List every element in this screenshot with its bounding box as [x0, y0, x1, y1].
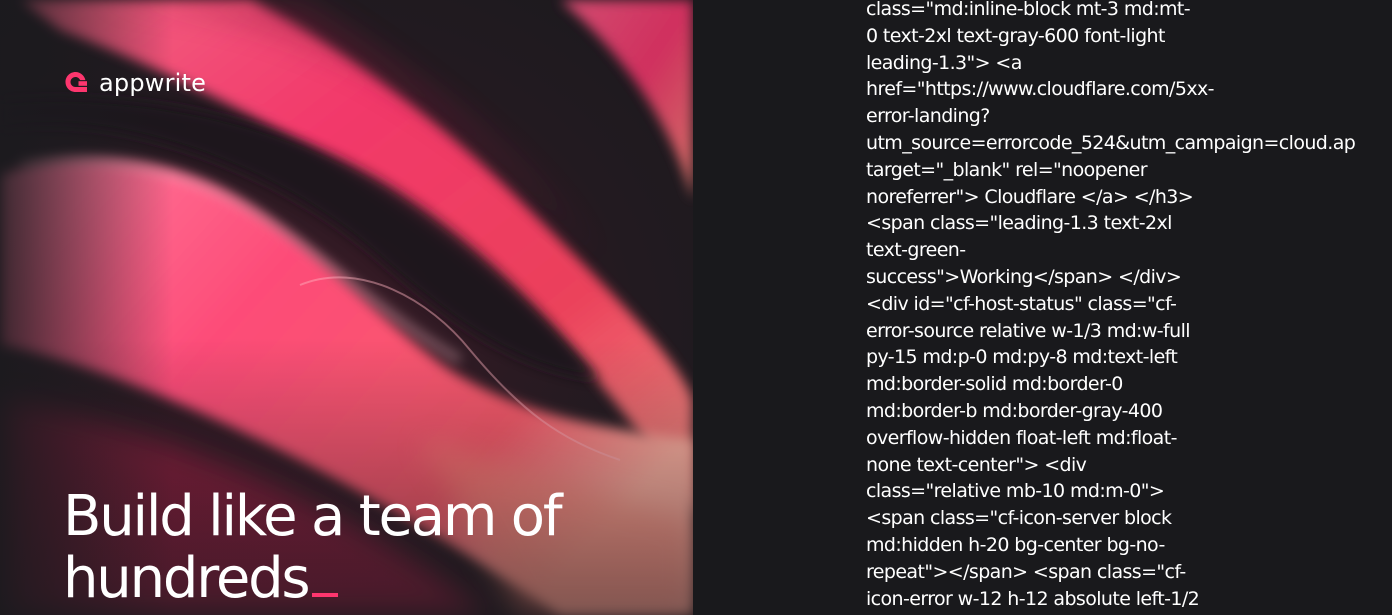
- source-text-line: href="https://www.cloudflare.com/5xx-: [866, 78, 1215, 101]
- source-text-line: py-15 md:p-0 md:py-8 md:text-left: [866, 346, 1178, 369]
- source-text-line: noreferrer"> Cloudflare </a> </h3>: [866, 185, 1194, 208]
- appwrite-logo[interactable]: appwrite: [61, 68, 206, 98]
- source-text-line: 0 text-2xl text-gray-600 font-light: [866, 24, 1165, 47]
- source-text-line: target="_blank" rel="noopener: [866, 158, 1148, 181]
- headline-line-2-text: hundreds: [63, 545, 311, 611]
- source-text-line: <div id="cf-host-status" class="cf-: [866, 292, 1177, 315]
- hero-headline: Build like a team of hundreds: [63, 483, 563, 611]
- blinking-cursor: [312, 592, 339, 597]
- error-source-text-panel: class="md:inline-block mt-3 md:mt- 0 text…: [693, 0, 1392, 615]
- page: appwrite Build like a team of hundreds c…: [0, 0, 1392, 615]
- appwrite-logo-icon: [65, 72, 87, 92]
- hero-panel: appwrite Build like a team of hundreds: [0, 0, 693, 615]
- source-text-line: class="relative mb-10 md:m-0">: [866, 480, 1165, 503]
- source-text-line: repeat"></span> <span class="cf-: [866, 560, 1186, 583]
- headline-line-1: Build like a team of: [63, 483, 563, 549]
- source-text-line: error-landing?: [866, 105, 990, 128]
- logo-wordmark: appwrite: [99, 69, 207, 97]
- source-text-line: success">Working</span> </div>: [866, 265, 1182, 288]
- source-text-line: <span class="cf-icon-server block: [866, 507, 1172, 530]
- source-text-line: utm_source=errorcode_524&utm_campaign=cl…: [866, 131, 1356, 154]
- source-text-line: icon-error w-12 h-12 absolute left-1/2: [866, 587, 1200, 610]
- headline-line-2: hundreds: [63, 545, 560, 611]
- source-text-line: md:border-b md:border-gray-400: [866, 399, 1163, 422]
- raw-html-source-text: class="md:inline-block mt-3 md:mt- 0 text…: [866, 0, 1356, 612]
- source-text-line: none text-center"> <div: [866, 453, 1087, 476]
- source-text-line: leading-1.3"> <a: [866, 51, 1022, 74]
- source-text-line: <span class="leading-1.3 text-2xl: [866, 212, 1172, 235]
- source-text-line: overflow-hidden float-left md:float-: [866, 426, 1177, 449]
- source-text-line: class="md:inline-block mt-3 md:mt-: [866, 0, 1191, 20]
- source-text-line: text-green-: [866, 239, 966, 262]
- source-text-line: md:hidden h-20 bg-center bg-no-: [866, 533, 1165, 556]
- source-text-line: md:border-solid md:border-0: [866, 373, 1123, 396]
- source-text-line: error-source relative w-1/3 md:w-full: [866, 319, 1191, 342]
